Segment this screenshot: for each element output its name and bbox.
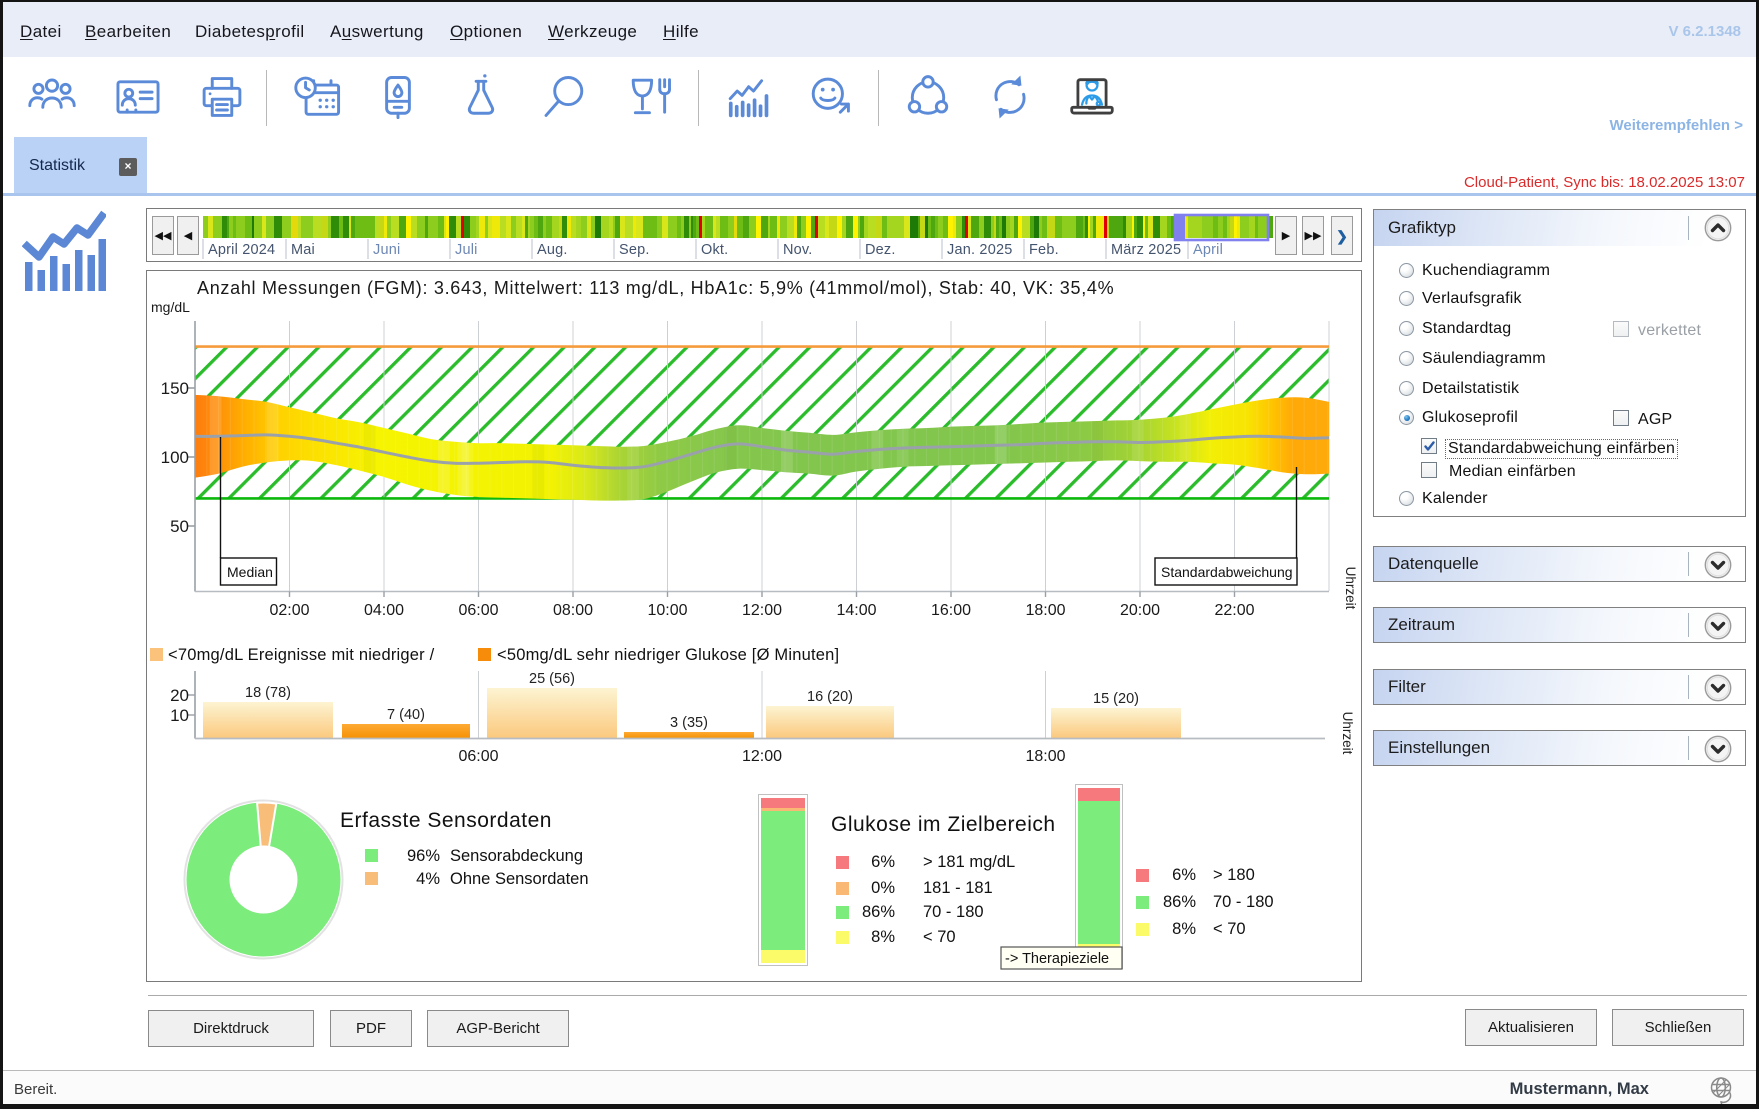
svg-text:Mai: Mai	[291, 242, 315, 258]
svg-text:6%: 6%	[1172, 866, 1196, 884]
svg-text:12:00: 12:00	[742, 602, 782, 619]
svg-text:06:00: 06:00	[458, 748, 498, 765]
svg-text:3 (35): 3 (35)	[670, 715, 708, 731]
svg-text:50: 50	[170, 517, 189, 536]
svg-text:06:00: 06:00	[458, 602, 498, 619]
svg-text:8%: 8%	[871, 928, 895, 946]
svg-text:16 (20): 16 (20)	[807, 689, 853, 705]
svg-text:0%: 0%	[871, 879, 895, 897]
svg-text:70 - 180: 70 - 180	[1213, 893, 1274, 911]
svg-text:Nov.: Nov.	[783, 242, 813, 258]
svg-text:08:00: 08:00	[553, 602, 593, 619]
svg-text:> 180: > 180	[1213, 866, 1255, 884]
svg-text:mg/dL: mg/dL	[151, 299, 190, 315]
svg-text:Median: Median	[227, 564, 273, 580]
svg-text:04:00: 04:00	[364, 602, 404, 619]
svg-text:100: 100	[161, 448, 189, 467]
svg-text:18:00: 18:00	[1025, 602, 1065, 619]
svg-text:-> Therapieziele: -> Therapieziele	[1005, 951, 1109, 967]
svg-text:<70mg/dL Ereignisse mit niedri: <70mg/dL Ereignisse mit niedriger /	[168, 646, 435, 664]
svg-text:Glukose im Zielbereich: Glukose im Zielbereich	[831, 813, 1056, 836]
svg-text:6%: 6%	[871, 853, 895, 871]
svg-text:12:00: 12:00	[742, 748, 782, 765]
svg-text:96%: 96%	[407, 847, 440, 865]
svg-text:April: April	[1193, 242, 1223, 258]
svg-text:25 (56): 25 (56)	[529, 671, 575, 687]
svg-text:02:00: 02:00	[269, 602, 309, 619]
svg-text:70 - 180: 70 - 180	[923, 903, 984, 921]
svg-text:15 (20): 15 (20)	[1093, 691, 1139, 707]
svg-text:20:00: 20:00	[1120, 602, 1160, 619]
svg-text:86%: 86%	[1163, 893, 1196, 911]
svg-text:Okt.: Okt.	[701, 242, 728, 258]
svg-text:Uhrzeit: Uhrzeit	[1340, 712, 1355, 755]
svg-text:Erfasste Sensordaten: Erfasste Sensordaten	[340, 809, 552, 832]
svg-text:7 (40): 7 (40)	[387, 707, 425, 723]
svg-text:10: 10	[170, 706, 189, 725]
svg-text:April 2024: April 2024	[208, 242, 275, 258]
svg-text:Standardabweichung: Standardabweichung	[1161, 564, 1293, 580]
svg-text:14:00: 14:00	[836, 602, 876, 619]
svg-text:Ohne Sensordaten: Ohne Sensordaten	[450, 870, 589, 888]
svg-text:Feb.: Feb.	[1029, 242, 1059, 258]
svg-text:Aug.: Aug.	[537, 242, 568, 258]
svg-text:März 2025: März 2025	[1111, 242, 1181, 258]
svg-text:8%: 8%	[1172, 920, 1196, 938]
svg-text:Dez.: Dez.	[865, 242, 896, 258]
svg-text:< 70: < 70	[1213, 920, 1246, 938]
svg-text:Juli: Juli	[455, 242, 478, 258]
svg-text:> 181 mg/dL: > 181 mg/dL	[923, 853, 1015, 871]
svg-text:4%: 4%	[416, 870, 440, 888]
svg-text:Sensorabdeckung: Sensorabdeckung	[450, 847, 583, 865]
svg-text:10:00: 10:00	[647, 602, 687, 619]
svg-text:Jan. 2025: Jan. 2025	[947, 242, 1013, 258]
svg-text:181 - 181: 181 - 181	[923, 879, 993, 897]
svg-text:Anzahl Messungen (FGM): 3.643,: Anzahl Messungen (FGM): 3.643, Mittelwer…	[197, 278, 1114, 298]
svg-text:86%: 86%	[862, 903, 895, 921]
svg-text:18:00: 18:00	[1025, 748, 1065, 765]
svg-text:< 70: < 70	[923, 928, 956, 946]
svg-text:Sep.: Sep.	[619, 242, 650, 258]
svg-text:18 (78): 18 (78)	[245, 685, 291, 701]
svg-text:Uhrzeit: Uhrzeit	[1343, 567, 1358, 610]
svg-text:<50mg/dL sehr niedriger Glukos: <50mg/dL sehr niedriger Glukose [Ø Minut…	[497, 646, 839, 664]
svg-text:20: 20	[170, 686, 189, 705]
svg-text:Juni: Juni	[373, 242, 400, 258]
svg-text:16:00: 16:00	[931, 602, 971, 619]
svg-text:150: 150	[161, 379, 189, 398]
svg-text:22:00: 22:00	[1214, 602, 1254, 619]
